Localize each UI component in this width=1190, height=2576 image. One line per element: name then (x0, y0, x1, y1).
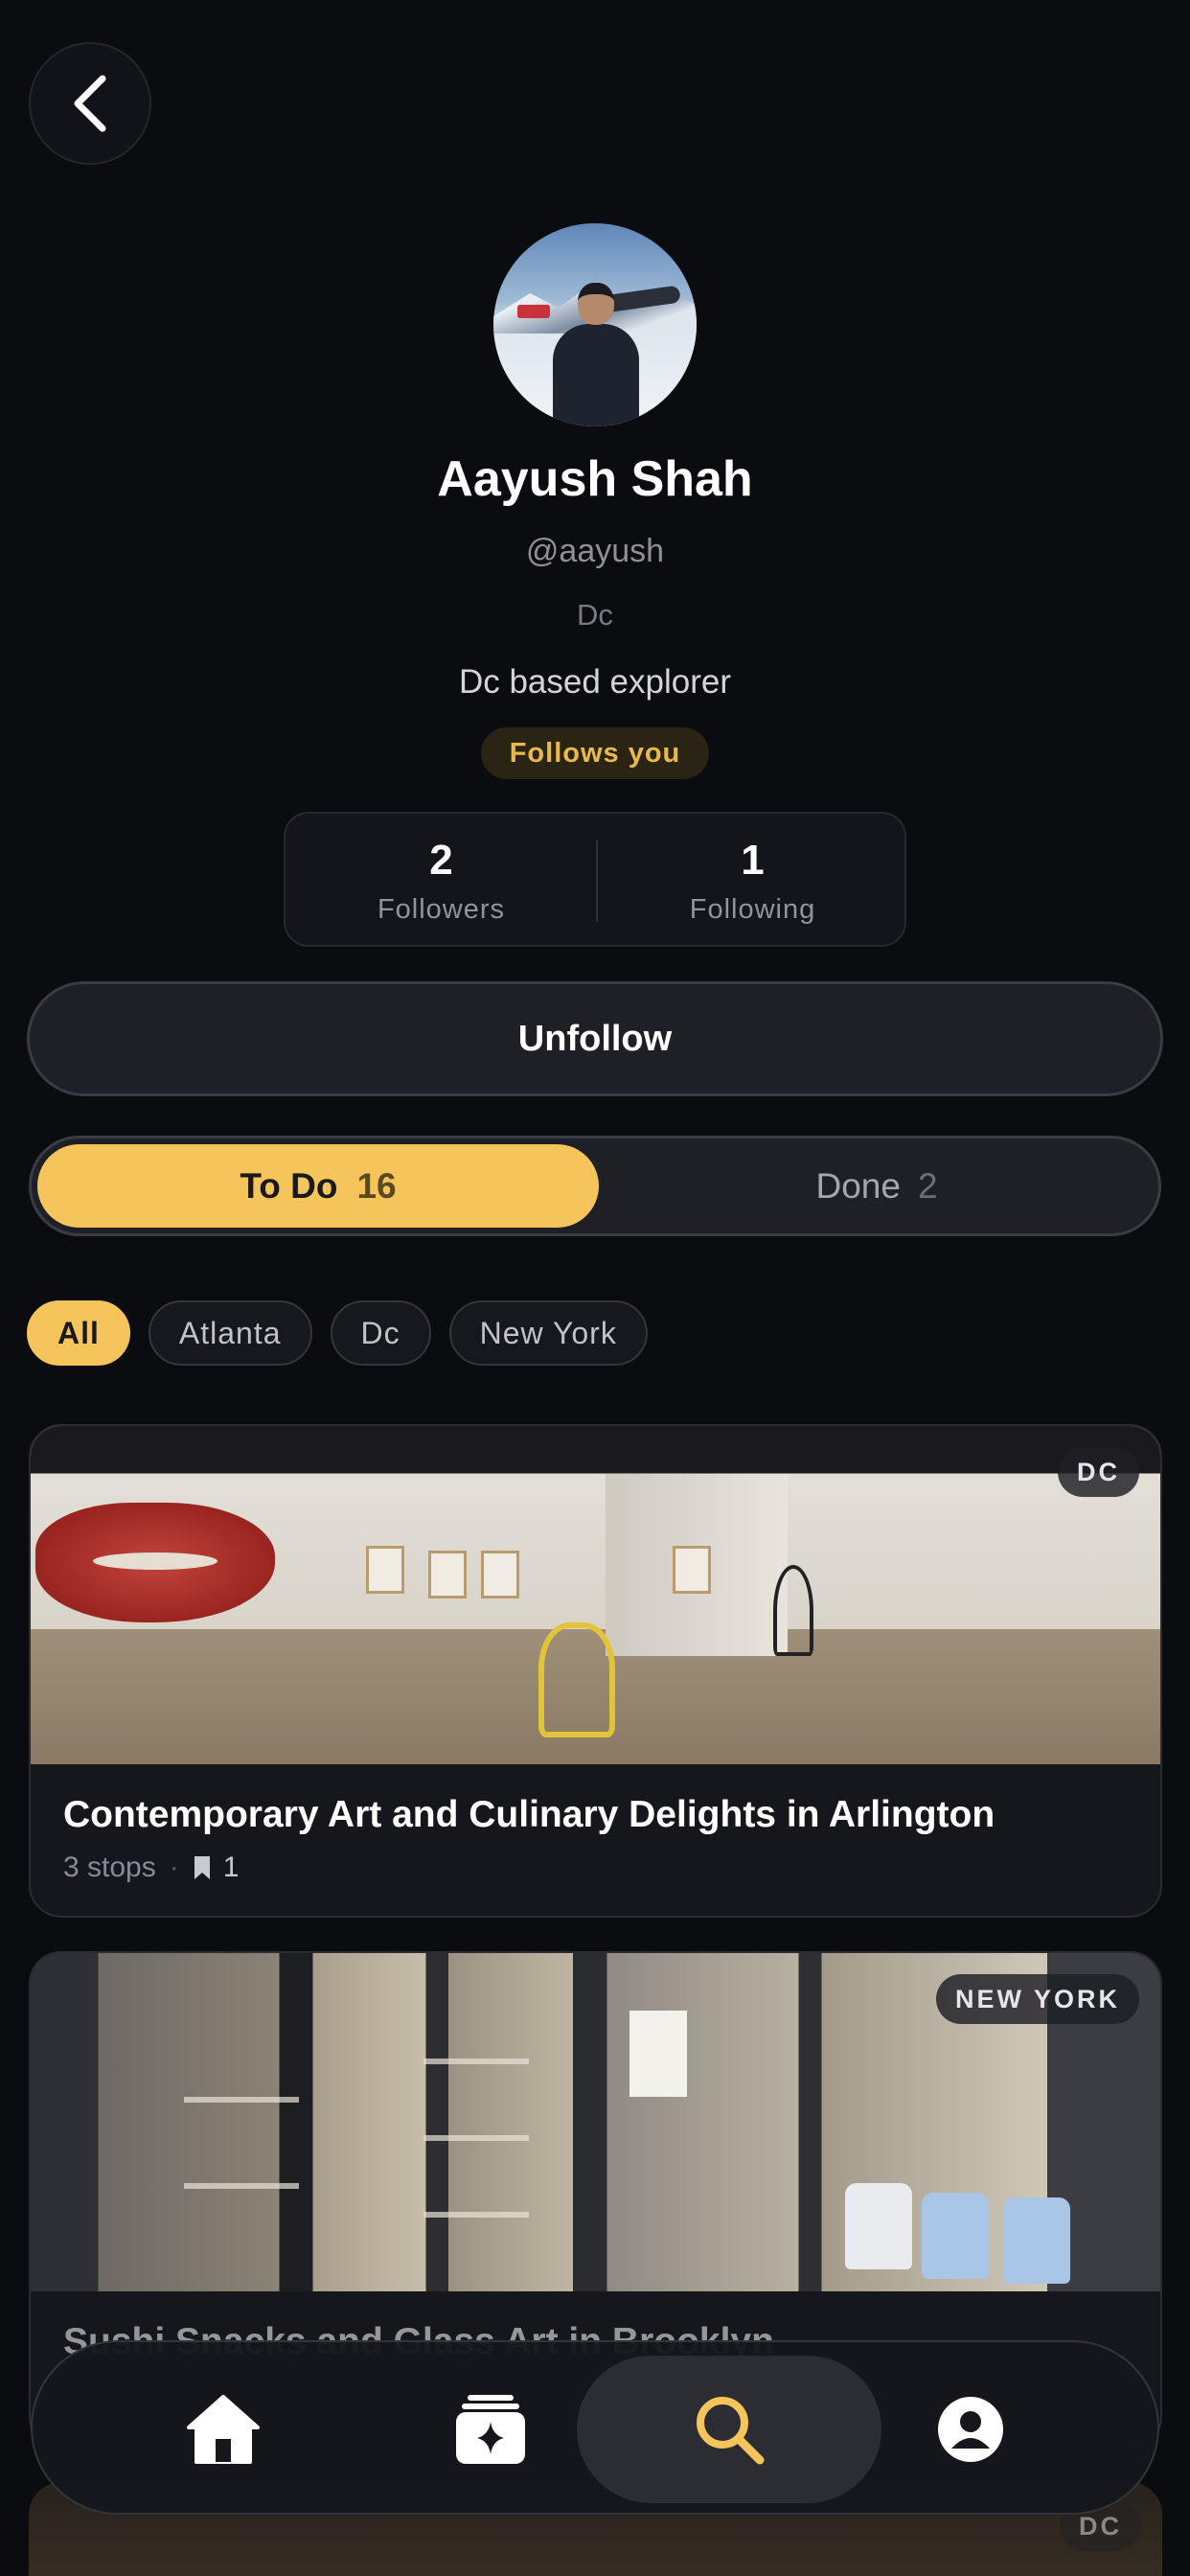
filter-chip-atlanta[interactable]: Atlanta (148, 1300, 312, 1366)
city-filter-chips: All Atlanta Dc New York (27, 1300, 648, 1366)
meta-separator: · (169, 1852, 179, 1883)
avatar (493, 223, 697, 426)
chevron-left-icon (74, 75, 106, 132)
profile-icon (938, 2397, 1003, 2462)
following-stat[interactable]: 1 Following (597, 814, 908, 949)
tab-done-label: Done (815, 1165, 901, 1206)
tab-todo[interactable]: To Do 16 (37, 1144, 599, 1228)
followers-stat[interactable]: 2 Followers (286, 814, 597, 949)
unfollow-button[interactable]: Unfollow (27, 981, 1163, 1096)
bottom-nav (31, 2340, 1159, 2515)
tab-done-count: 2 (917, 1165, 938, 1206)
itinerary-image: DC (31, 1426, 1160, 1764)
stops-count: 3 stops (63, 1852, 156, 1883)
itinerary-card[interactable]: DC Contemporary Art and Culinary Delight… (29, 1424, 1162, 1918)
itinerary-title: Contemporary Art and Culinary Delights i… (63, 1794, 995, 1835)
tab-todo-count: 16 (356, 1165, 397, 1206)
follow-stats: 2 Followers 1 Following (284, 812, 906, 947)
nav-home[interactable] (71, 2356, 376, 2503)
profile-handle: @aayush (525, 533, 665, 569)
itinerary-meta: 3 stops · 1 (63, 1852, 239, 1884)
bookmark-count: 1 (222, 1852, 240, 1883)
tab-done[interactable]: Done 2 (599, 1144, 1155, 1228)
city-badge: NEW YORK (935, 1974, 1139, 2024)
bookmark-icon (193, 1854, 212, 1881)
nav-profile[interactable] (818, 2356, 1123, 2503)
profile-location: Dc (577, 598, 613, 632)
sparkle-cards-icon (456, 2395, 525, 2464)
city-badge: DC (1058, 1447, 1139, 1497)
home-icon (187, 2395, 260, 2464)
search-icon (697, 2397, 765, 2465)
todo-done-toggle: To Do 16 Done 2 (29, 1136, 1161, 1236)
following-label: Following (689, 894, 816, 925)
filter-chip-all[interactable]: All (27, 1300, 130, 1366)
profile-bio: Dc based explorer (458, 663, 732, 701)
follows-you-badge: Follows you (481, 727, 709, 779)
filter-chip-new-york[interactable]: New York (448, 1300, 648, 1366)
followers-count: 2 (429, 837, 453, 884)
filter-chip-dc[interactable]: Dc (330, 1300, 431, 1366)
followers-label: Followers (377, 894, 506, 925)
profile-name: Aayush Shah (437, 451, 753, 507)
tab-todo-label: To Do (240, 1165, 338, 1206)
following-count: 1 (741, 837, 765, 884)
itinerary-image: NEW YORK (31, 1953, 1160, 2291)
back-button[interactable] (29, 42, 151, 165)
